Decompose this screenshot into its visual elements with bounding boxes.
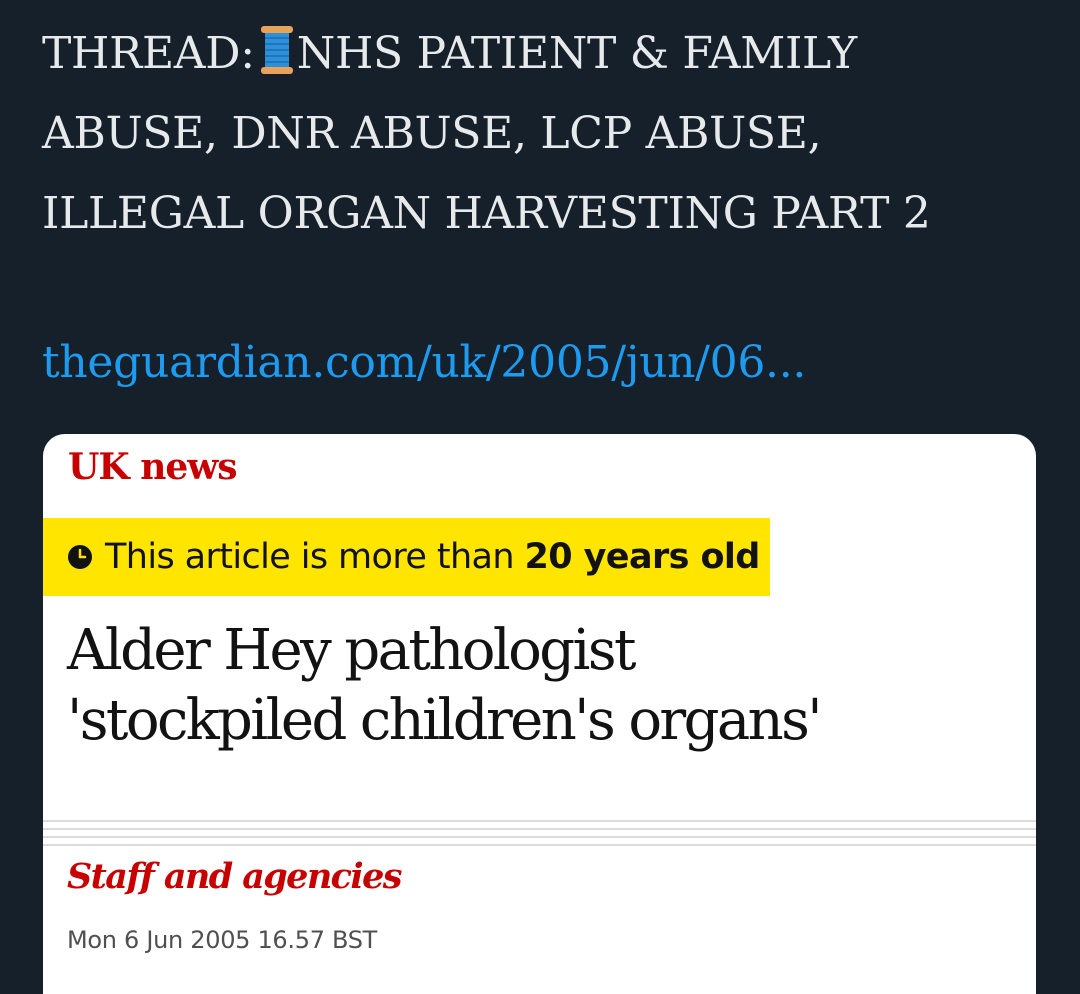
divider-rule (43, 828, 1036, 830)
thread-title-part: NHS PATIENT & FAMILY (296, 28, 857, 79)
article-headline: Alder Hey pathologist 'stockpiled childr… (67, 616, 1007, 756)
article-link[interactable]: theguardian.com/uk/2005/jun/06... (42, 328, 806, 398)
age-banner-text: This article is more than 20 years old (105, 537, 760, 577)
divider-rule (43, 836, 1036, 838)
tweet-line-3: ILLEGAL ORGAN HARVESTING PART 2 (42, 188, 931, 239)
headline-line-1: Alder Hey pathologist (67, 618, 636, 683)
divider-rules (43, 820, 1036, 852)
tweet-line-2: ABUSE, DNR ABUSE, LCP ABUSE, (42, 108, 822, 159)
divider-rule (43, 844, 1036, 846)
headline-line-2: 'stockpiled children's organs' (67, 688, 823, 753)
spool-of-thread-icon (260, 26, 293, 74)
link-preview-card[interactable]: UK news This article is more than 20 yea… (43, 434, 1036, 994)
article-age-banner: This article is more than 20 years old (43, 518, 770, 596)
tweet-line-1: THREAD: NHS PATIENT & FAMILY (42, 14, 1042, 94)
age-banner-prefix: This article is more than (105, 537, 525, 577)
thread-label: THREAD: (42, 28, 255, 79)
tweet-text: THREAD: NHS PATIENT & FAMILY ABUSE, DNR … (42, 14, 1042, 254)
divider-rule (43, 820, 1036, 822)
age-banner-emphasis: 20 years old (524, 537, 761, 577)
section-label: UK news (68, 446, 238, 488)
byline: Staff and agencies (67, 856, 402, 897)
publish-date: Mon 6 Jun 2005 16.57 BST (67, 926, 378, 954)
clock-icon (68, 545, 92, 569)
